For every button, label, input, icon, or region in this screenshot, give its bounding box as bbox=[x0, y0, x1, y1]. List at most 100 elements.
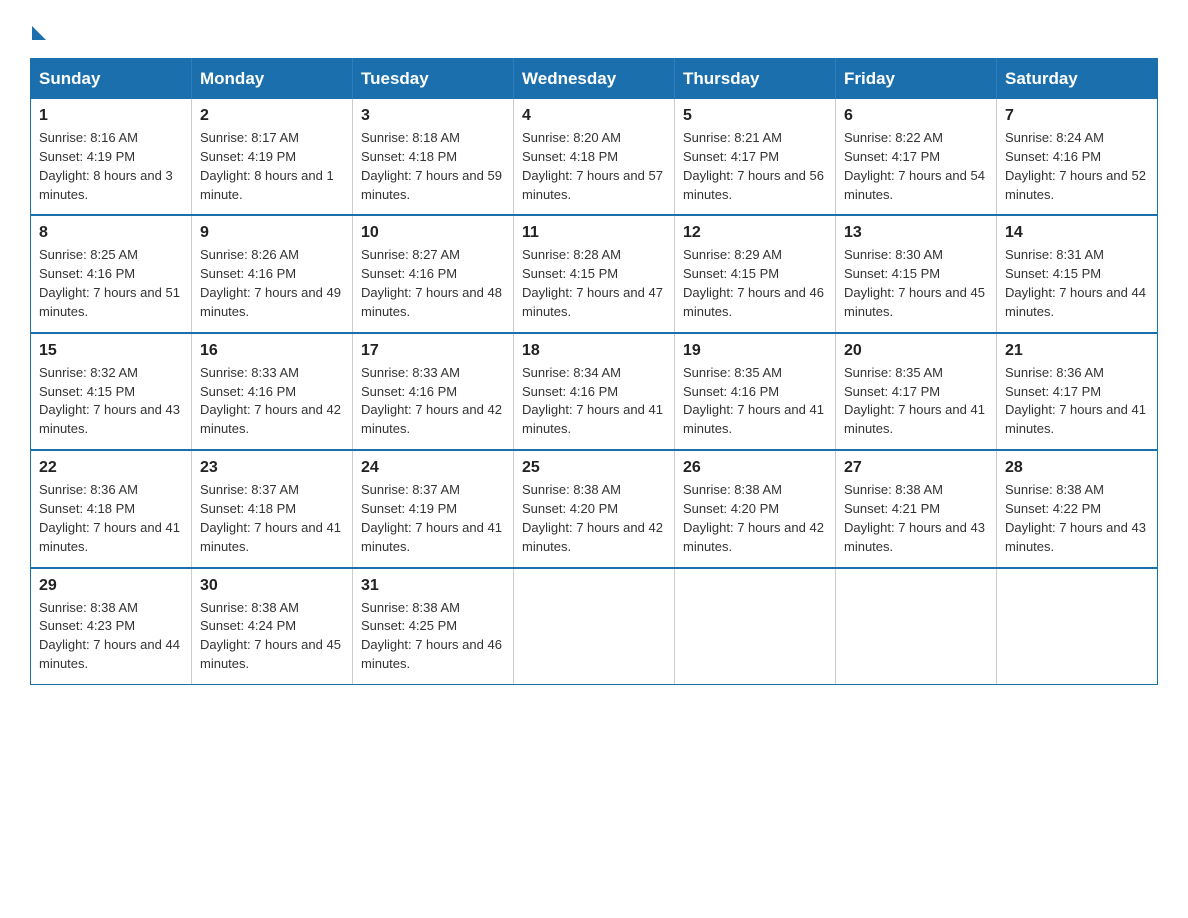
calendar-day-cell: 14 Sunrise: 8:31 AMSunset: 4:15 PMDaylig… bbox=[997, 215, 1158, 332]
calendar-table: SundayMondayTuesdayWednesdayThursdayFrid… bbox=[30, 58, 1158, 685]
day-number: 6 bbox=[844, 107, 988, 125]
calendar-week-row: 29 Sunrise: 8:38 AMSunset: 4:23 PMDaylig… bbox=[31, 568, 1158, 685]
day-info: Sunrise: 8:17 AMSunset: 4:19 PMDaylight:… bbox=[200, 129, 344, 204]
calendar-day-cell: 10 Sunrise: 8:27 AMSunset: 4:16 PMDaylig… bbox=[353, 215, 514, 332]
logo bbox=[30, 20, 46, 40]
calendar-day-cell: 27 Sunrise: 8:38 AMSunset: 4:21 PMDaylig… bbox=[836, 450, 997, 567]
day-of-week-header: Thursday bbox=[675, 59, 836, 100]
day-of-week-header: Wednesday bbox=[514, 59, 675, 100]
day-of-week-header: Saturday bbox=[997, 59, 1158, 100]
calendar-day-cell: 6 Sunrise: 8:22 AMSunset: 4:17 PMDayligh… bbox=[836, 99, 997, 215]
calendar-week-row: 15 Sunrise: 8:32 AMSunset: 4:15 PMDaylig… bbox=[31, 333, 1158, 450]
page-header bbox=[30, 20, 1158, 40]
calendar-day-cell bbox=[836, 568, 997, 685]
calendar-day-cell: 23 Sunrise: 8:37 AMSunset: 4:18 PMDaylig… bbox=[192, 450, 353, 567]
calendar-day-cell bbox=[997, 568, 1158, 685]
day-info: Sunrise: 8:38 AMSunset: 4:22 PMDaylight:… bbox=[1005, 481, 1149, 556]
day-info: Sunrise: 8:29 AMSunset: 4:15 PMDaylight:… bbox=[683, 246, 827, 321]
day-info: Sunrise: 8:24 AMSunset: 4:16 PMDaylight:… bbox=[1005, 129, 1149, 204]
day-number: 20 bbox=[844, 342, 988, 360]
calendar-day-cell: 8 Sunrise: 8:25 AMSunset: 4:16 PMDayligh… bbox=[31, 215, 192, 332]
day-number: 30 bbox=[200, 577, 344, 595]
day-of-week-header: Monday bbox=[192, 59, 353, 100]
day-info: Sunrise: 8:26 AMSunset: 4:16 PMDaylight:… bbox=[200, 246, 344, 321]
day-info: Sunrise: 8:35 AMSunset: 4:17 PMDaylight:… bbox=[844, 364, 988, 439]
day-info: Sunrise: 8:38 AMSunset: 4:21 PMDaylight:… bbox=[844, 481, 988, 556]
day-info: Sunrise: 8:33 AMSunset: 4:16 PMDaylight:… bbox=[200, 364, 344, 439]
day-number: 2 bbox=[200, 107, 344, 125]
day-number: 28 bbox=[1005, 459, 1149, 477]
day-number: 4 bbox=[522, 107, 666, 125]
day-number: 15 bbox=[39, 342, 183, 360]
calendar-day-cell: 28 Sunrise: 8:38 AMSunset: 4:22 PMDaylig… bbox=[997, 450, 1158, 567]
day-number: 23 bbox=[200, 459, 344, 477]
calendar-day-cell: 9 Sunrise: 8:26 AMSunset: 4:16 PMDayligh… bbox=[192, 215, 353, 332]
day-number: 10 bbox=[361, 224, 505, 242]
calendar-day-cell: 4 Sunrise: 8:20 AMSunset: 4:18 PMDayligh… bbox=[514, 99, 675, 215]
day-number: 26 bbox=[683, 459, 827, 477]
calendar-day-cell: 26 Sunrise: 8:38 AMSunset: 4:20 PMDaylig… bbox=[675, 450, 836, 567]
calendar-day-cell: 2 Sunrise: 8:17 AMSunset: 4:19 PMDayligh… bbox=[192, 99, 353, 215]
day-info: Sunrise: 8:38 AMSunset: 4:24 PMDaylight:… bbox=[200, 599, 344, 674]
calendar-week-row: 1 Sunrise: 8:16 AMSunset: 4:19 PMDayligh… bbox=[31, 99, 1158, 215]
calendar-day-cell: 15 Sunrise: 8:32 AMSunset: 4:15 PMDaylig… bbox=[31, 333, 192, 450]
day-info: Sunrise: 8:33 AMSunset: 4:16 PMDaylight:… bbox=[361, 364, 505, 439]
calendar-day-cell: 11 Sunrise: 8:28 AMSunset: 4:15 PMDaylig… bbox=[514, 215, 675, 332]
day-number: 21 bbox=[1005, 342, 1149, 360]
day-info: Sunrise: 8:28 AMSunset: 4:15 PMDaylight:… bbox=[522, 246, 666, 321]
day-info: Sunrise: 8:18 AMSunset: 4:18 PMDaylight:… bbox=[361, 129, 505, 204]
day-info: Sunrise: 8:37 AMSunset: 4:19 PMDaylight:… bbox=[361, 481, 505, 556]
day-number: 17 bbox=[361, 342, 505, 360]
day-number: 29 bbox=[39, 577, 183, 595]
calendar-day-cell: 7 Sunrise: 8:24 AMSunset: 4:16 PMDayligh… bbox=[997, 99, 1158, 215]
calendar-day-cell: 20 Sunrise: 8:35 AMSunset: 4:17 PMDaylig… bbox=[836, 333, 997, 450]
day-number: 22 bbox=[39, 459, 183, 477]
calendar-day-cell: 21 Sunrise: 8:36 AMSunset: 4:17 PMDaylig… bbox=[997, 333, 1158, 450]
calendar-day-cell: 30 Sunrise: 8:38 AMSunset: 4:24 PMDaylig… bbox=[192, 568, 353, 685]
calendar-day-cell: 1 Sunrise: 8:16 AMSunset: 4:19 PMDayligh… bbox=[31, 99, 192, 215]
day-info: Sunrise: 8:36 AMSunset: 4:17 PMDaylight:… bbox=[1005, 364, 1149, 439]
day-number: 27 bbox=[844, 459, 988, 477]
day-of-week-header: Sunday bbox=[31, 59, 192, 100]
calendar-day-cell: 22 Sunrise: 8:36 AMSunset: 4:18 PMDaylig… bbox=[31, 450, 192, 567]
calendar-day-cell: 19 Sunrise: 8:35 AMSunset: 4:16 PMDaylig… bbox=[675, 333, 836, 450]
day-info: Sunrise: 8:38 AMSunset: 4:23 PMDaylight:… bbox=[39, 599, 183, 674]
day-number: 5 bbox=[683, 107, 827, 125]
day-info: Sunrise: 8:27 AMSunset: 4:16 PMDaylight:… bbox=[361, 246, 505, 321]
day-info: Sunrise: 8:21 AMSunset: 4:17 PMDaylight:… bbox=[683, 129, 827, 204]
day-info: Sunrise: 8:38 AMSunset: 4:20 PMDaylight:… bbox=[683, 481, 827, 556]
calendar-day-cell: 5 Sunrise: 8:21 AMSunset: 4:17 PMDayligh… bbox=[675, 99, 836, 215]
calendar-day-cell: 18 Sunrise: 8:34 AMSunset: 4:16 PMDaylig… bbox=[514, 333, 675, 450]
day-of-week-header: Tuesday bbox=[353, 59, 514, 100]
calendar-day-cell: 31 Sunrise: 8:38 AMSunset: 4:25 PMDaylig… bbox=[353, 568, 514, 685]
day-number: 1 bbox=[39, 107, 183, 125]
day-number: 3 bbox=[361, 107, 505, 125]
day-info: Sunrise: 8:35 AMSunset: 4:16 PMDaylight:… bbox=[683, 364, 827, 439]
day-number: 31 bbox=[361, 577, 505, 595]
day-info: Sunrise: 8:37 AMSunset: 4:18 PMDaylight:… bbox=[200, 481, 344, 556]
day-of-week-header: Friday bbox=[836, 59, 997, 100]
day-number: 13 bbox=[844, 224, 988, 242]
calendar-day-cell: 24 Sunrise: 8:37 AMSunset: 4:19 PMDaylig… bbox=[353, 450, 514, 567]
day-info: Sunrise: 8:38 AMSunset: 4:20 PMDaylight:… bbox=[522, 481, 666, 556]
calendar-week-row: 8 Sunrise: 8:25 AMSunset: 4:16 PMDayligh… bbox=[31, 215, 1158, 332]
calendar-day-cell: 17 Sunrise: 8:33 AMSunset: 4:16 PMDaylig… bbox=[353, 333, 514, 450]
calendar-week-row: 22 Sunrise: 8:36 AMSunset: 4:18 PMDaylig… bbox=[31, 450, 1158, 567]
calendar-day-cell bbox=[514, 568, 675, 685]
logo-triangle-icon bbox=[32, 26, 46, 40]
calendar-day-cell: 16 Sunrise: 8:33 AMSunset: 4:16 PMDaylig… bbox=[192, 333, 353, 450]
day-number: 12 bbox=[683, 224, 827, 242]
day-info: Sunrise: 8:25 AMSunset: 4:16 PMDaylight:… bbox=[39, 246, 183, 321]
day-info: Sunrise: 8:34 AMSunset: 4:16 PMDaylight:… bbox=[522, 364, 666, 439]
day-info: Sunrise: 8:31 AMSunset: 4:15 PMDaylight:… bbox=[1005, 246, 1149, 321]
day-info: Sunrise: 8:22 AMSunset: 4:17 PMDaylight:… bbox=[844, 129, 988, 204]
day-number: 19 bbox=[683, 342, 827, 360]
calendar-day-cell bbox=[675, 568, 836, 685]
day-number: 8 bbox=[39, 224, 183, 242]
calendar-day-cell: 25 Sunrise: 8:38 AMSunset: 4:20 PMDaylig… bbox=[514, 450, 675, 567]
calendar-day-cell: 29 Sunrise: 8:38 AMSunset: 4:23 PMDaylig… bbox=[31, 568, 192, 685]
day-number: 7 bbox=[1005, 107, 1149, 125]
day-info: Sunrise: 8:38 AMSunset: 4:25 PMDaylight:… bbox=[361, 599, 505, 674]
calendar-day-cell: 12 Sunrise: 8:29 AMSunset: 4:15 PMDaylig… bbox=[675, 215, 836, 332]
day-number: 9 bbox=[200, 224, 344, 242]
